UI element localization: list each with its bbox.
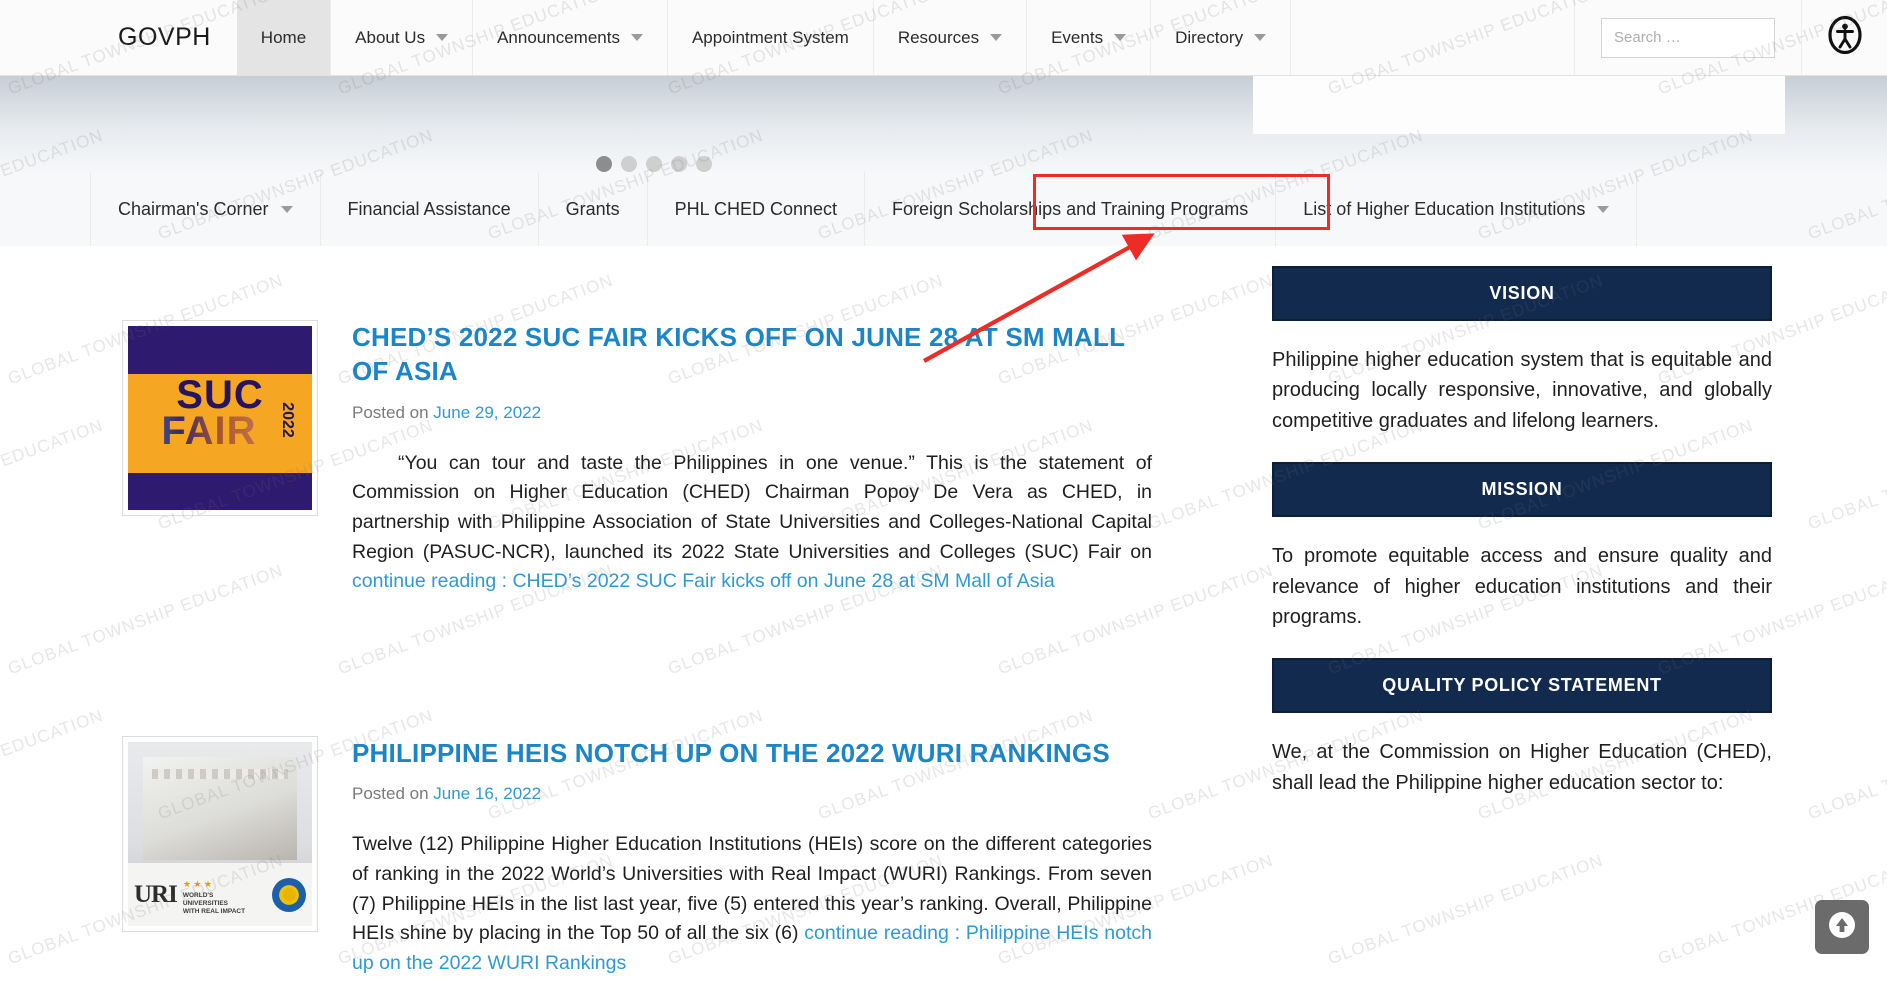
poster-brand: URI [134,881,177,909]
article-excerpt: Twelve (12) Philippine Higher Education … [352,830,1152,978]
posted-label: Posted on [352,784,429,803]
article-excerpt-text: “You can tour and taste the Philippines … [352,452,1152,563]
article-title[interactable]: PHILIPPINE HEIS NOTCH UP ON THE 2022 WUR… [352,736,1152,770]
subnav-item-phl-ched-connect[interactable]: PHL CHED Connect [648,172,865,246]
poster-tagline-2: UNIVERSITIES [183,900,245,908]
nav-item-events[interactable]: Events [1026,0,1150,75]
continue-reading-link[interactable]: continue reading : CHED’s 2022 SUC Fair … [352,570,1055,592]
article-meta: Posted on June 29, 2022 [352,403,1152,423]
secondary-nav: Chairman's Corner Financial Assistance Gra… [0,172,1887,246]
article-body-wrapper: PHILIPPINE HEIS NOTCH UP ON THE 2022 WUR… [318,736,1152,978]
nav-item-label: Appointment System [692,28,849,48]
poster-line-2: FAIR [135,409,282,454]
sidebar: VISIONPhilippine higher education system… [1272,266,1772,798]
panel-body-quality-policy-statement: We, at the Commission on Higher Educatio… [1272,713,1772,798]
slider-dots[interactable] [596,156,712,172]
article-card: URI ★ ★ ★ WORLD'S UNIVERSITIES WITH REAL… [122,736,1152,978]
subnav-item-financial-assistance[interactable]: Financial Assistance [321,172,539,246]
site-brand: GOVPH [0,0,237,75]
article-date[interactable]: June 16, 2022 [433,784,541,803]
slider-dot-4[interactable] [671,156,687,172]
nav-item-label: About Us [355,28,425,48]
subnav-item-label: PHL CHED Connect [675,199,837,220]
article-card: SUC FAIR 2022 CHED’S 2022 SUC FAIR KICKS… [122,320,1152,597]
poster-year: 2022 [278,402,296,438]
arrow-up-icon [1827,910,1857,945]
nav-item-about-us[interactable]: About Us [330,0,472,75]
hero-slider-panel [1253,76,1785,134]
nav-item-label: Home [261,28,306,48]
site-header: GOVPH Home About Us Announcements Appointme… [0,0,1887,76]
subnav-item-label: List of Higher Education Institutions [1303,199,1585,220]
slider-dot-2[interactable] [621,156,637,172]
panel-heading-quality-policy-statement[interactable]: QUALITY POLICY STATEMENT [1272,658,1772,713]
chevron-down-icon [281,206,293,213]
subnav-item-chairman-s-corner[interactable]: Chairman's Corner [90,172,321,246]
posted-label: Posted on [352,403,429,422]
nav-item-label: Directory [1175,28,1243,48]
chevron-down-icon [436,34,448,41]
primary-nav: Home About Us Announcements Appointment Sys… [237,0,1290,75]
panel-body-mission: To promote equitable access and ensure q… [1272,517,1772,632]
subnav-item-label: Chairman's Corner [118,199,269,220]
poster-tagline-3: WITH REAL IMPACT [183,908,245,916]
subnav-item-label: Financial Assistance [348,199,511,220]
nav-item-directory[interactable]: Directory [1150,0,1290,75]
nav-item-label: Announcements [497,28,620,48]
panel-heading-mission[interactable]: MISSION [1272,462,1772,517]
subnav-item-list-of-higher-education-institutions[interactable]: List of Higher Education Institutions [1276,172,1637,246]
scroll-to-top-button[interactable] [1815,900,1869,954]
slider-dot-3[interactable] [646,156,662,172]
chevron-down-icon [631,34,643,41]
main-content: SUC FAIR 2022 CHED’S 2022 SUC FAIR KICKS… [0,246,1887,992]
article-meta: Posted on June 16, 2022 [352,784,1152,804]
article-thumbnail[interactable]: SUC FAIR 2022 [122,320,318,516]
chevron-down-icon [1254,34,1266,41]
accessibility-button[interactable] [1801,0,1887,75]
article-body-wrapper: CHED’S 2022 SUC FAIR KICKS OFF ON JUNE 2… [318,320,1152,597]
chevron-down-icon [990,34,1002,41]
nav-item-label: Events [1051,28,1103,48]
slider-dot-5[interactable] [696,156,712,172]
search-input[interactable] [1601,18,1775,58]
accessibility-person-icon [1826,16,1864,59]
subnav-item-grants[interactable]: Grants [539,172,648,246]
nav-item-resources[interactable]: Resources [873,0,1026,75]
suc-fair-2022-poster: SUC FAIR 2022 [128,326,312,510]
subnav-item-foreign-scholarships-and-training-programs[interactable]: Foreign Scholarships and Training Progra… [865,172,1276,246]
chevron-down-icon [1597,206,1609,213]
wuri-rankings-poster: URI ★ ★ ★ WORLD'S UNIVERSITIES WITH REAL… [128,742,312,926]
article-thumbnail[interactable]: URI ★ ★ ★ WORLD'S UNIVERSITIES WITH REAL… [122,736,318,932]
nav-item-label: Resources [898,28,979,48]
search-container [1574,0,1801,75]
nav-item-home[interactable]: Home [237,0,330,75]
nav-item-announcements[interactable]: Announcements [472,0,667,75]
subnav-item-label: Foreign Scholarships and Training Progra… [892,199,1248,220]
panel-heading-vision[interactable]: VISION [1272,266,1772,321]
philippine-sun-icon [272,878,306,912]
poster-taglines: ★ ★ ★ WORLD'S UNIVERSITIES WITH REAL IMP… [183,874,245,916]
article-excerpt: “You can tour and taste the Philippines … [352,449,1152,597]
panel-body-vision: Philippine higher education system that … [1272,321,1772,436]
poster-tagline-1: WORLD'S [183,892,245,900]
article-date[interactable]: June 29, 2022 [433,403,541,422]
nav-spacer [1290,0,1574,75]
subnav-item-label: Grants [566,199,620,220]
chevron-down-icon [1114,34,1126,41]
nav-item-appointment-system[interactable]: Appointment System [667,0,873,75]
slider-dot-1[interactable] [596,156,612,172]
article-title[interactable]: CHED’S 2022 SUC FAIR KICKS OFF ON JUNE 2… [352,320,1152,389]
stars-icon: ★ ★ ★ [183,879,212,889]
